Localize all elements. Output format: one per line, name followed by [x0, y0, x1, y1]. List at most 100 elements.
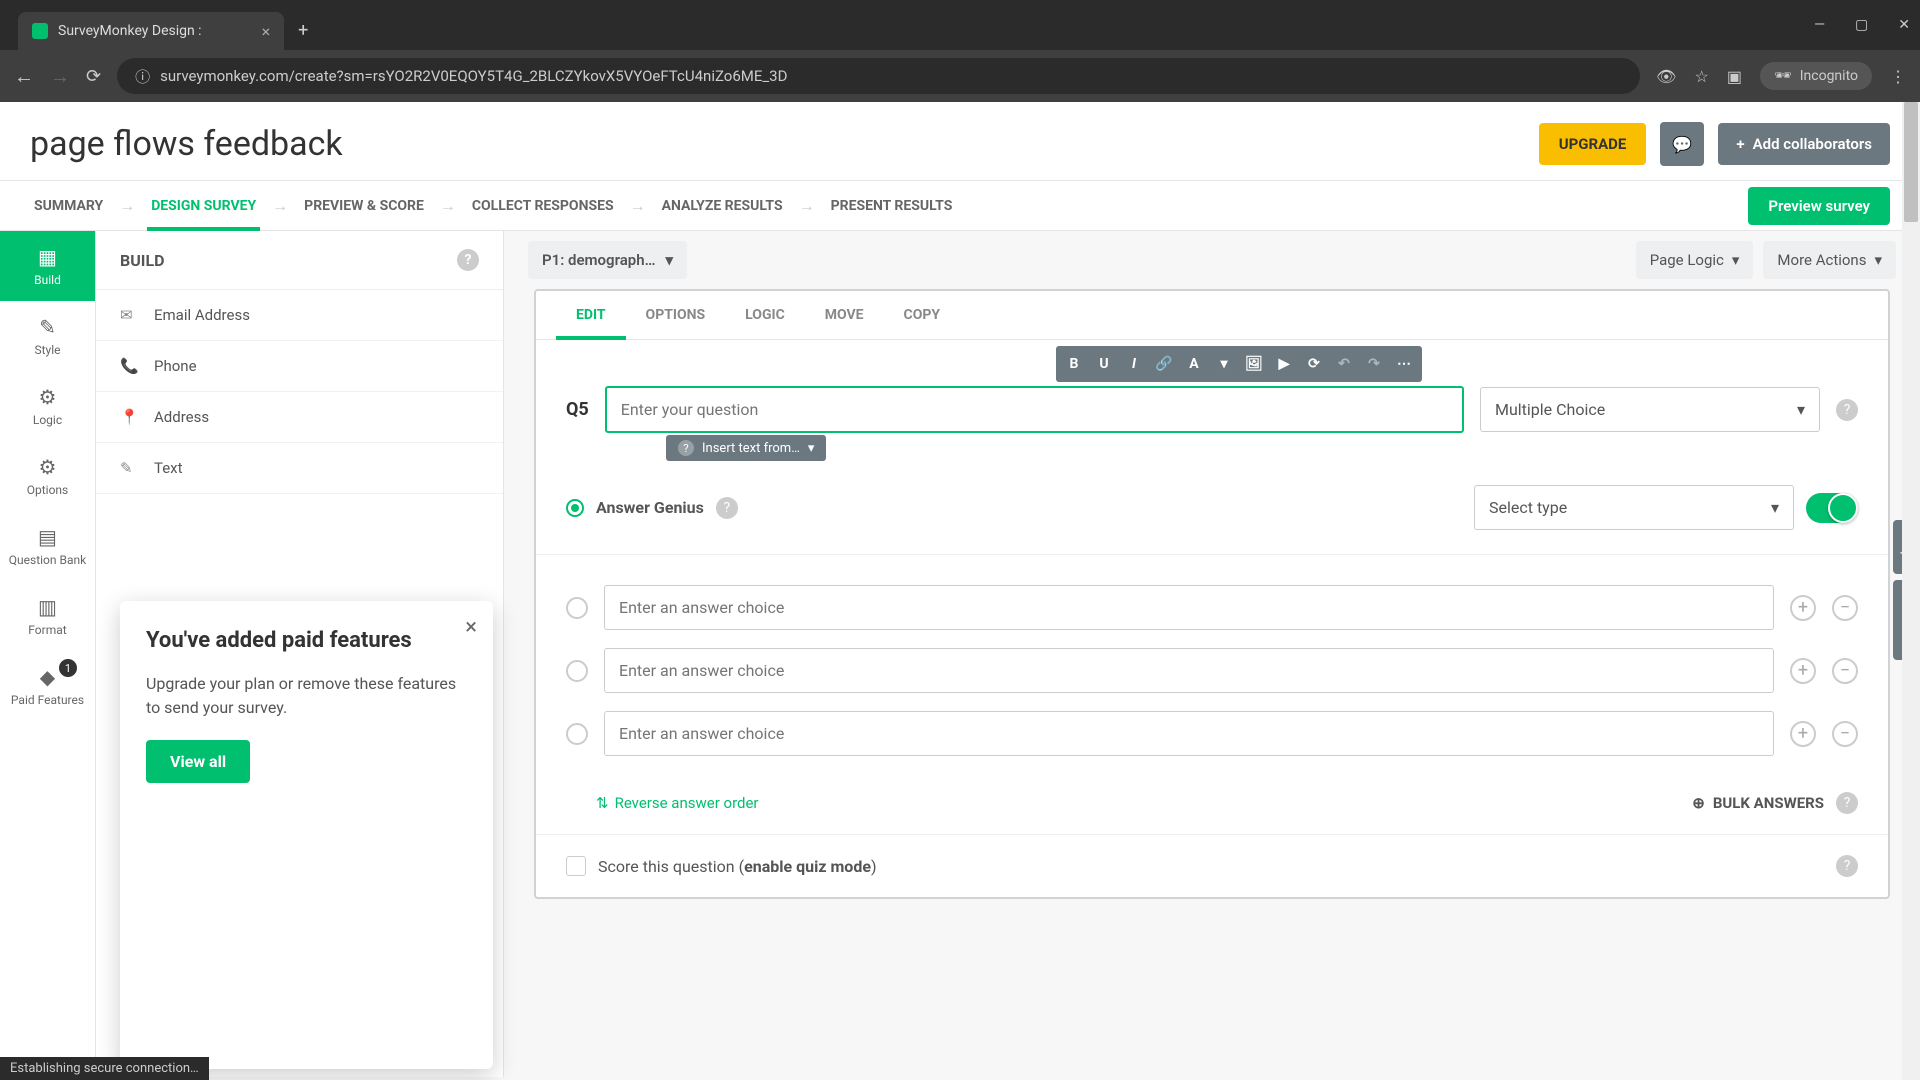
add-choice-icon[interactable]: + — [1790, 721, 1816, 747]
embed-icon[interactable]: ⟳ — [1300, 350, 1328, 378]
answer-genius-label: Answer Genius — [596, 498, 704, 517]
arrow-right-icon: → — [799, 196, 815, 216]
survey-title[interactable]: page flows feedback — [30, 124, 343, 164]
question-tab-logic[interactable]: LOGIC — [725, 291, 805, 339]
question-tab-move[interactable]: MOVE — [805, 291, 884, 339]
help-icon[interactable]: ? — [1836, 855, 1858, 877]
answer-genius-radio[interactable] — [566, 499, 584, 517]
nav-tab-design-survey[interactable]: DESIGN SURVEY — [147, 182, 260, 230]
rail-item-options[interactable]: ⚙Options — [0, 441, 95, 511]
minimize-icon[interactable]: — — [1814, 17, 1825, 33]
underline-icon[interactable]: U — [1090, 350, 1118, 378]
site-info-icon[interactable]: ⓘ — [135, 66, 150, 87]
build-title: BUILD — [120, 251, 165, 270]
nav-tab-present-results[interactable]: PRESENT RESULTS — [827, 182, 957, 230]
nav-tab-collect-responses[interactable]: COLLECT RESPONSES — [468, 182, 618, 230]
help-icon[interactable]: ? — [1836, 792, 1858, 814]
choice-input[interactable] — [604, 648, 1774, 693]
rail-item-paid-features[interactable]: ◆Paid Features1 — [0, 651, 95, 721]
image-icon[interactable]: 🖼 — [1240, 350, 1268, 378]
italic-icon[interactable]: I — [1120, 350, 1148, 378]
nav-tab-summary[interactable]: SUMMARY — [30, 182, 107, 230]
plus-icon: + — [1736, 135, 1744, 153]
eye-off-icon[interactable]: 👁 — [1656, 67, 1676, 86]
choice-input[interactable] — [604, 585, 1774, 630]
font-dropdown-icon[interactable]: ▾ — [1210, 350, 1238, 378]
refresh-icon[interactable]: ⟳ — [86, 66, 101, 87]
new-tab-button[interactable]: + — [298, 20, 308, 41]
build-item-text[interactable]: ✎Text — [96, 443, 503, 494]
more-actions-dropdown[interactable]: More Actions ▾ — [1763, 241, 1896, 279]
add-choice-icon[interactable]: + — [1790, 658, 1816, 684]
close-tab-icon[interactable]: × — [262, 22, 271, 41]
answer-genius-toggle[interactable] — [1806, 493, 1858, 523]
question-tab-copy[interactable]: COPY — [884, 291, 961, 339]
help-icon[interactable]: ? — [457, 249, 479, 271]
rail-item-question-bank[interactable]: ▤Question Bank — [0, 511, 95, 581]
question-tab-edit[interactable]: EDIT — [556, 291, 626, 339]
build-panel-header: BUILD ? — [96, 231, 503, 290]
link-icon[interactable]: 🔗 — [1150, 350, 1178, 378]
menu-icon[interactable]: ⋮ — [1890, 67, 1906, 86]
insert-text-dropdown[interactable]: ? Insert text from… ▾ — [666, 435, 826, 461]
browser-tab[interactable]: SurveyMonkey Design : × — [18, 12, 284, 50]
undo-icon[interactable]: ↶ — [1330, 350, 1358, 378]
remove-choice-icon[interactable]: − — [1832, 595, 1858, 621]
help-icon[interactable]: ? — [1836, 399, 1858, 421]
help-icon[interactable]: ? — [716, 497, 738, 519]
add-choice-icon[interactable]: + — [1790, 595, 1816, 621]
rail-item-format[interactable]: ▥Format — [0, 581, 95, 651]
incognito-label: Incognito — [1800, 68, 1858, 84]
score-suffix: ) — [871, 857, 877, 876]
build-item-email-address[interactable]: ✉Email Address — [96, 290, 503, 341]
maximize-icon[interactable]: ▢ — [1855, 17, 1868, 33]
remove-choice-icon[interactable]: − — [1832, 721, 1858, 747]
page-logic-dropdown[interactable]: Page Logic ▾ — [1636, 241, 1754, 279]
incognito-badge[interactable]: 🕶 Incognito — [1760, 62, 1872, 90]
question-text-input[interactable] — [605, 386, 1464, 433]
choice-input[interactable] — [604, 711, 1774, 756]
nav-tab-preview-score[interactable]: PREVIEW & SCORE — [300, 182, 428, 230]
scrollbar-thumb[interactable] — [1904, 102, 1918, 222]
nav-tab-analyze-results[interactable]: ANALYZE RESULTS — [658, 182, 787, 230]
question-tab-options[interactable]: OPTIONS — [626, 291, 726, 339]
bookmark-star-icon[interactable]: ☆ — [1694, 67, 1708, 86]
view-all-button[interactable]: View all — [146, 740, 250, 783]
font-icon[interactable]: A — [1180, 350, 1208, 378]
editor-area: P1: demograph… ▾ Page Logic ▾ More Actio… — [504, 231, 1920, 1077]
popup-body: Upgrade your plan or remove these featur… — [146, 672, 467, 720]
remove-choice-icon[interactable]: − — [1832, 658, 1858, 684]
close-window-icon[interactable]: ✕ — [1898, 17, 1910, 33]
build-item-address[interactable]: 📍Address — [96, 392, 503, 443]
genius-type-dropdown[interactable]: Select type ▾ — [1474, 485, 1794, 530]
page-selector[interactable]: P1: demograph… ▾ — [528, 241, 687, 279]
rail-item-logic[interactable]: ⚙Logic — [0, 371, 95, 441]
question-bank-icon: ▤ — [38, 525, 57, 549]
add-collaborators-button[interactable]: + Add collaborators — [1718, 123, 1890, 165]
panel-icon[interactable]: ▣ — [1727, 67, 1742, 86]
build-item-phone[interactable]: 📞Phone — [96, 341, 503, 392]
rail-item-build[interactable]: ▦Build — [0, 231, 95, 301]
build-items-list: ✉Email Address📞Phone📍Address✎Text — [96, 290, 503, 494]
rail-item-style[interactable]: ✎Style — [0, 301, 95, 371]
reverse-answer-order-link[interactable]: ⇅ Reverse answer order — [596, 794, 759, 812]
comment-button[interactable]: 💬 — [1660, 122, 1704, 166]
incognito-icon: 🕶 — [1774, 68, 1792, 84]
close-popup-icon[interactable]: × — [465, 615, 477, 640]
preview-survey-button[interactable]: Preview survey — [1748, 187, 1890, 225]
speech-bubble-icon: 💬 — [1672, 135, 1692, 154]
question-type-dropdown[interactable]: Multiple Choice ▾ — [1480, 387, 1820, 432]
bold-icon[interactable]: B — [1060, 350, 1088, 378]
video-icon[interactable]: ▶ — [1270, 350, 1298, 378]
rail-item-label: Paid Features — [11, 693, 84, 707]
back-icon[interactable]: ← — [14, 64, 34, 89]
upgrade-button[interactable]: UPGRADE — [1539, 123, 1647, 165]
bulk-answers-link[interactable]: ⊕ BULK ANSWERS — [1692, 794, 1824, 812]
address-bar[interactable]: ⓘ surveymonkey.com/create?sm=rsYO2R2V0EQ… — [117, 58, 1640, 94]
question-body: B U I 🔗 A ▾ 🖼 ▶ ⟳ ↶ ↷ ⋯ Q5 — [536, 340, 1888, 897]
rail-item-label: Style — [34, 343, 60, 357]
score-checkbox[interactable] — [566, 856, 586, 876]
more-rte-icon[interactable]: ⋯ — [1390, 350, 1418, 378]
vertical-scrollbar[interactable] — [1902, 102, 1920, 1080]
redo-icon[interactable]: ↷ — [1360, 350, 1388, 378]
